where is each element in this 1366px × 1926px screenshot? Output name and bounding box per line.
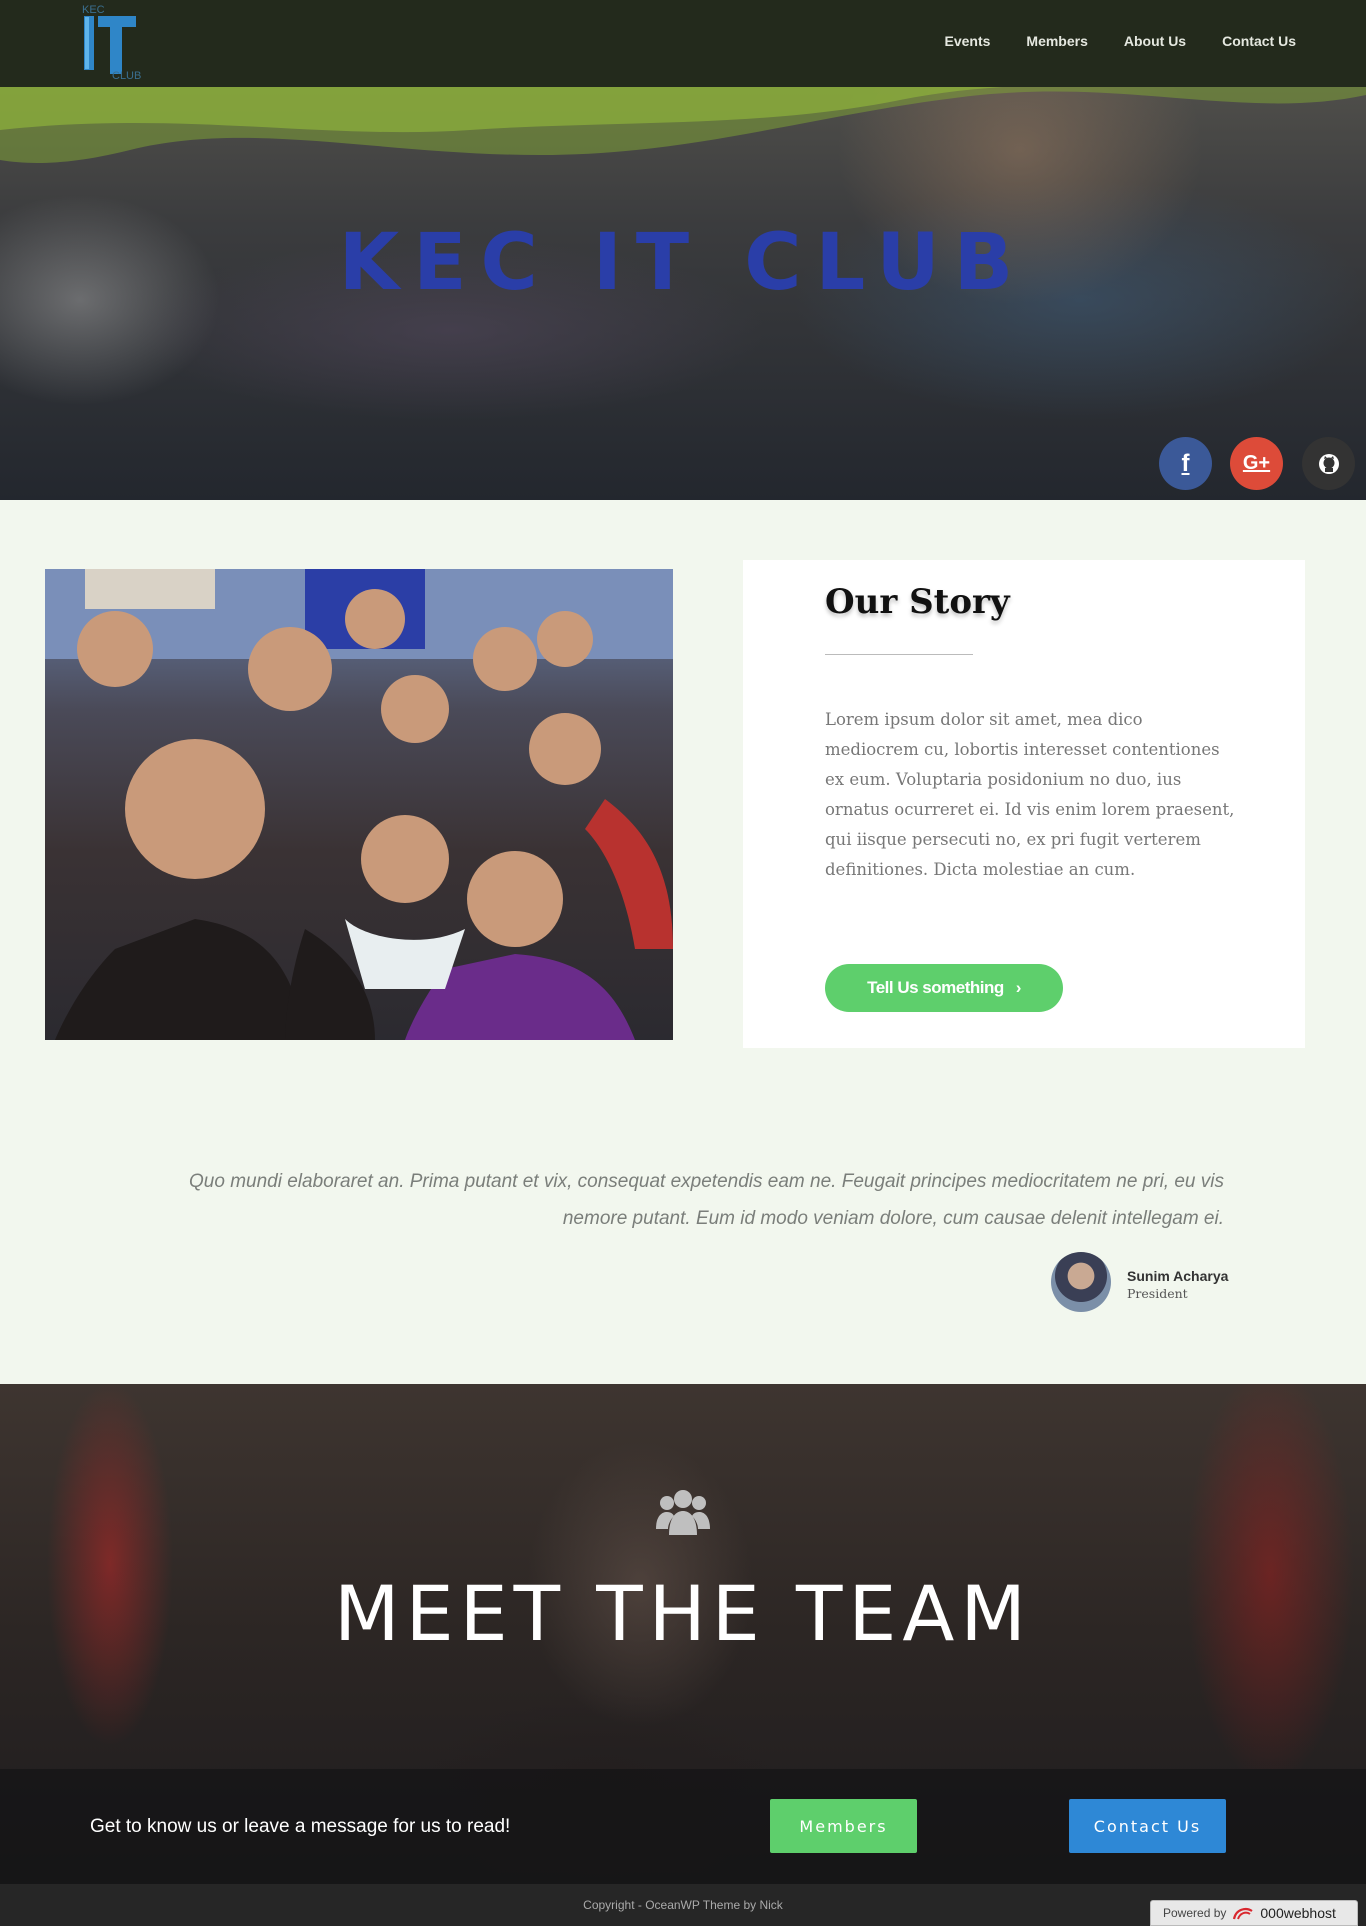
chevron-right-icon: › bbox=[1015, 978, 1022, 997]
author-avatar bbox=[1051, 1252, 1111, 1312]
author-name: Sunim Acharya bbox=[1127, 1268, 1229, 1284]
tell-us-something-button[interactable]: Tell Us something › bbox=[825, 964, 1063, 1012]
call-to-action-bar: Get to know us or leave a message for us… bbox=[0, 1769, 1366, 1884]
users-group-icon bbox=[656, 1490, 710, 1535]
author-role: President bbox=[1127, 1286, 1188, 1301]
group-photo bbox=[45, 569, 673, 1040]
nav-link-contact-us[interactable]: Contact Us bbox=[1222, 33, 1296, 49]
tell-us-something-label: Tell Us something bbox=[867, 978, 1004, 997]
top-navbar: KEC CLUB Events Members About Us Contact… bbox=[0, 0, 1366, 87]
contact-us-button[interactable]: Contact Us bbox=[1069, 1799, 1226, 1853]
members-button[interactable]: Members bbox=[770, 1799, 917, 1853]
meet-the-team-title: MEET THE TEAM bbox=[334, 1569, 1032, 1658]
badge-brand-text: 000webhost bbox=[1260, 1905, 1336, 1921]
testimonial-quote: Quo mundi elaboraret an. Prima putant et… bbox=[189, 1171, 1224, 1229]
hero-section: KEC CLUB Events Members About Us Contact… bbox=[0, 0, 1366, 500]
nav-link-about-us[interactable]: About Us bbox=[1124, 33, 1186, 49]
facebook-button[interactable]: f bbox=[1159, 437, 1212, 490]
github-icon bbox=[1318, 453, 1339, 474]
story-divider bbox=[825, 654, 973, 655]
nav-link-events[interactable]: Events bbox=[944, 33, 990, 49]
facebook-icon: f bbox=[1181, 449, 1190, 477]
google-plus-icon: G+ bbox=[1242, 452, 1271, 474]
nav-menu: Events Members About Us Contact Us bbox=[944, 33, 1296, 49]
group-photo-illustration bbox=[45, 569, 673, 1040]
club-logo[interactable]: KEC CLUB bbox=[80, 4, 144, 84]
story-title: Our Story bbox=[825, 582, 1010, 622]
webhost-badge[interactable]: Powered by 000webhost bbox=[1150, 1900, 1358, 1926]
our-story-card: Our Story Lorem ipsum dolor sit amet, me… bbox=[743, 560, 1305, 1048]
google-plus-button[interactable]: G+ bbox=[1230, 437, 1283, 490]
badge-powered-text: Powered by bbox=[1163, 1906, 1227, 1920]
cta-text: Get to know us or leave a message for us… bbox=[90, 1816, 511, 1837]
github-button[interactable] bbox=[1302, 437, 1355, 490]
webhost-logo-icon bbox=[1233, 1908, 1253, 1920]
logo-club-text: CLUB bbox=[112, 70, 142, 82]
story-text: Lorem ipsum dolor sit amet, mea dico med… bbox=[825, 710, 1235, 879]
hero-title: KEC IT CLUB bbox=[338, 218, 1028, 308]
nav-link-members[interactable]: Members bbox=[1026, 33, 1087, 49]
meet-the-team-section: MEET THE TEAM Get to know us or leave a … bbox=[0, 1384, 1366, 1884]
